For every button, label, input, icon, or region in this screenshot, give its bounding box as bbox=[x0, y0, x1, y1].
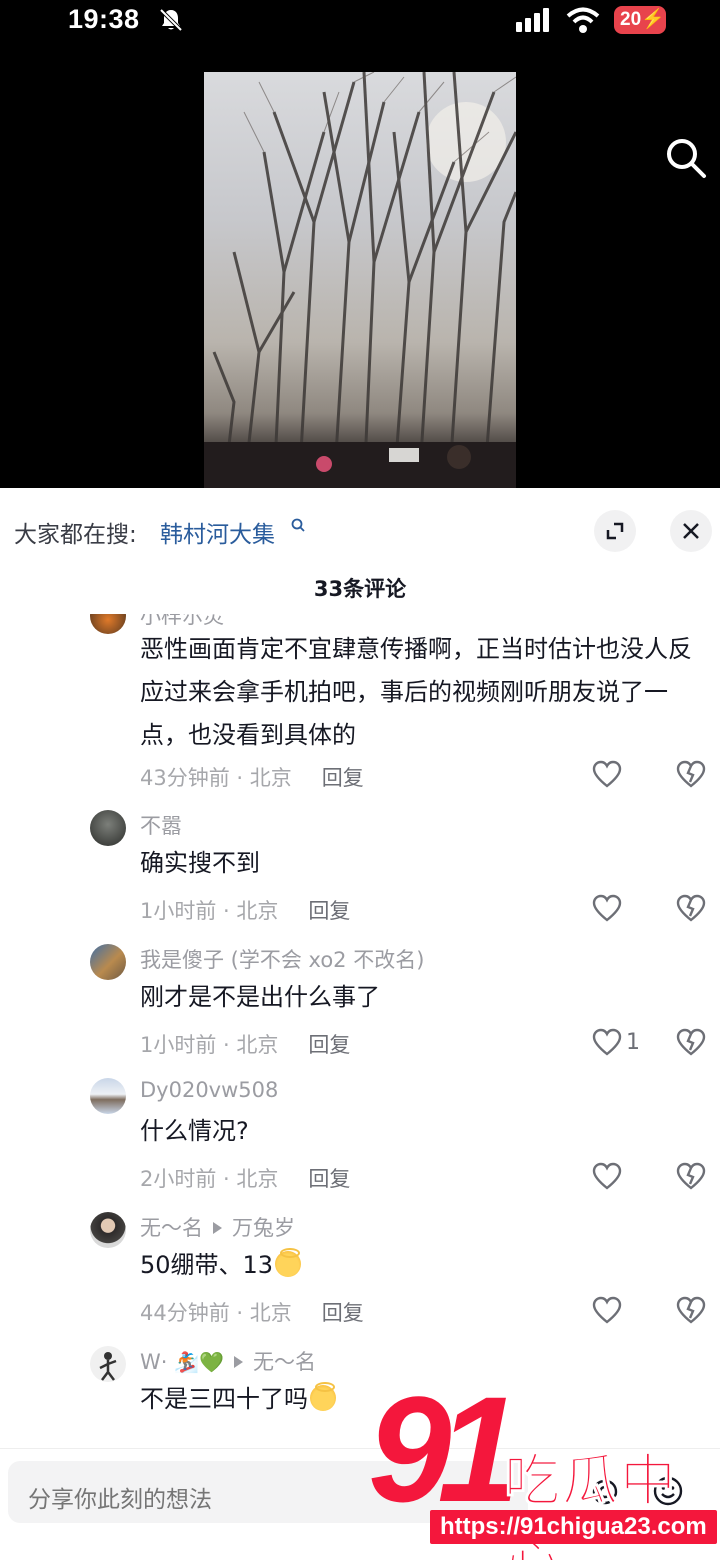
search-suggest-prefix: 大家都在搜: bbox=[14, 522, 137, 548]
broken-heart-icon[interactable] bbox=[676, 760, 706, 788]
comment-time: 1小时前 · 北京 bbox=[140, 1033, 279, 1057]
wifi-icon bbox=[566, 7, 600, 33]
heart-icon bbox=[592, 894, 622, 922]
comment-username[interactable]: 无～名 万兔岁 bbox=[140, 1212, 295, 1242]
comment-meta: 44分钟前 · 北京 回复 bbox=[140, 1297, 364, 1327]
expand-button[interactable] bbox=[594, 510, 636, 552]
angel-emoji-icon bbox=[275, 1248, 302, 1277]
watermark-url: https://91chigua23.com bbox=[430, 1510, 717, 1544]
green-heart-emoji-icon: 💚 bbox=[199, 1350, 224, 1374]
avatar-figure-icon bbox=[99, 1352, 117, 1381]
video-scene-image bbox=[204, 72, 516, 488]
avatar[interactable] bbox=[90, 1346, 126, 1382]
comment-username[interactable]: 不嚣 bbox=[140, 810, 182, 840]
broken-heart-icon[interactable] bbox=[676, 1162, 706, 1190]
comment-text: 50绷带、13 bbox=[140, 1244, 710, 1287]
heart-icon bbox=[592, 760, 622, 788]
comment-text: 确实搜不到 bbox=[140, 849, 260, 877]
comment-username[interactable]: 我是傻子 (学不会 xo2 不改名) bbox=[140, 944, 424, 974]
comment-time: 2小时前 · 北京 bbox=[140, 1167, 279, 1191]
comment-username[interactable]: Dy020vw508 bbox=[140, 1078, 278, 1102]
avatar[interactable] bbox=[90, 1212, 126, 1248]
broken-heart-icon[interactable] bbox=[676, 894, 706, 922]
search-suggest-link[interactable]: 韩村河大集 bbox=[160, 515, 275, 549]
reply-target-username: 万兔岁 bbox=[232, 1216, 295, 1240]
watermark-number: 91 bbox=[368, 1365, 521, 1533]
heart-icon bbox=[592, 1028, 622, 1056]
angel-emoji-icon bbox=[310, 1382, 336, 1411]
reply-button[interactable]: 回复 bbox=[322, 766, 364, 790]
status-bar: 19:38 20⚡ bbox=[0, 0, 720, 48]
reply-target-username: 无～名 bbox=[252, 1350, 316, 1374]
comment-username[interactable]: W· 🏂💚 无～名 bbox=[140, 1346, 316, 1376]
like-button[interactable]: 1 bbox=[592, 1028, 640, 1056]
comment-meta: 1小时前 · 北京 回复 bbox=[140, 895, 350, 925]
like-button[interactable] bbox=[592, 1296, 626, 1324]
watermark-logo: 91 吃瓜中心 https://91chigua23.com bbox=[368, 1374, 720, 1560]
heart-icon bbox=[592, 1296, 622, 1324]
comment-meta: 2小时前 · 北京 回复 bbox=[140, 1163, 350, 1193]
expand-icon bbox=[606, 522, 624, 540]
cellular-signal-icon bbox=[516, 8, 549, 32]
close-button[interactable] bbox=[670, 510, 712, 552]
close-icon bbox=[683, 523, 699, 539]
reply-arrow-icon bbox=[233, 1356, 243, 1368]
battery-indicator: 20⚡ bbox=[614, 6, 666, 34]
avatar[interactable] bbox=[90, 810, 126, 846]
comment-list[interactable]: 小样尔灵 恶性画面肯定不宜肆意传播啊，正当时估计也没人反应过来会拿手机拍吧，事后… bbox=[0, 614, 720, 1448]
video-thumbnail[interactable] bbox=[204, 72, 516, 488]
reply-button[interactable]: 回复 bbox=[308, 1033, 350, 1057]
search-icon[interactable] bbox=[664, 136, 708, 180]
avatar[interactable] bbox=[90, 944, 126, 980]
reply-button[interactable]: 回复 bbox=[308, 1167, 350, 1191]
comment-text: 恶性画面肯定不宜肆意传播啊，正当时估计也没人反应过来会拿手机拍吧，事后的视频刚听… bbox=[140, 635, 692, 749]
avatar[interactable] bbox=[90, 614, 126, 634]
comment-text: 刚才是不是出什么事了 bbox=[140, 983, 380, 1011]
search-small-icon bbox=[291, 518, 305, 532]
comment-count-title: 33条评论 bbox=[313, 577, 407, 601]
broken-heart-icon[interactable] bbox=[676, 1296, 706, 1324]
broken-heart-icon[interactable] bbox=[676, 1028, 706, 1056]
status-time: 19:38 bbox=[68, 4, 140, 34]
reply-arrow-icon bbox=[213, 1222, 222, 1234]
comment-time: 1小时前 · 北京 bbox=[140, 899, 279, 923]
like-button[interactable] bbox=[592, 894, 626, 922]
avatar[interactable] bbox=[90, 1078, 126, 1114]
like-count: 1 bbox=[626, 1029, 640, 1055]
video-player[interactable] bbox=[0, 48, 720, 488]
reply-button[interactable]: 回复 bbox=[308, 899, 350, 923]
comment-time: 44分钟前 · 北京 bbox=[140, 1301, 292, 1325]
bell-muted-icon bbox=[159, 8, 183, 32]
like-button[interactable] bbox=[592, 760, 626, 788]
comment-meta: 43分钟前 · 北京 回复 bbox=[140, 762, 364, 792]
comment-time: 43分钟前 · 北京 bbox=[140, 766, 292, 790]
reply-button[interactable]: 回复 bbox=[322, 1301, 364, 1325]
comment-meta: 1小时前 · 北京 回复 bbox=[140, 1029, 350, 1059]
heart-icon bbox=[592, 1162, 622, 1190]
snowboarder-emoji-icon: 🏂 bbox=[174, 1350, 200, 1374]
comment-text: 什么情况? bbox=[140, 1117, 249, 1145]
like-button[interactable] bbox=[592, 1162, 626, 1190]
